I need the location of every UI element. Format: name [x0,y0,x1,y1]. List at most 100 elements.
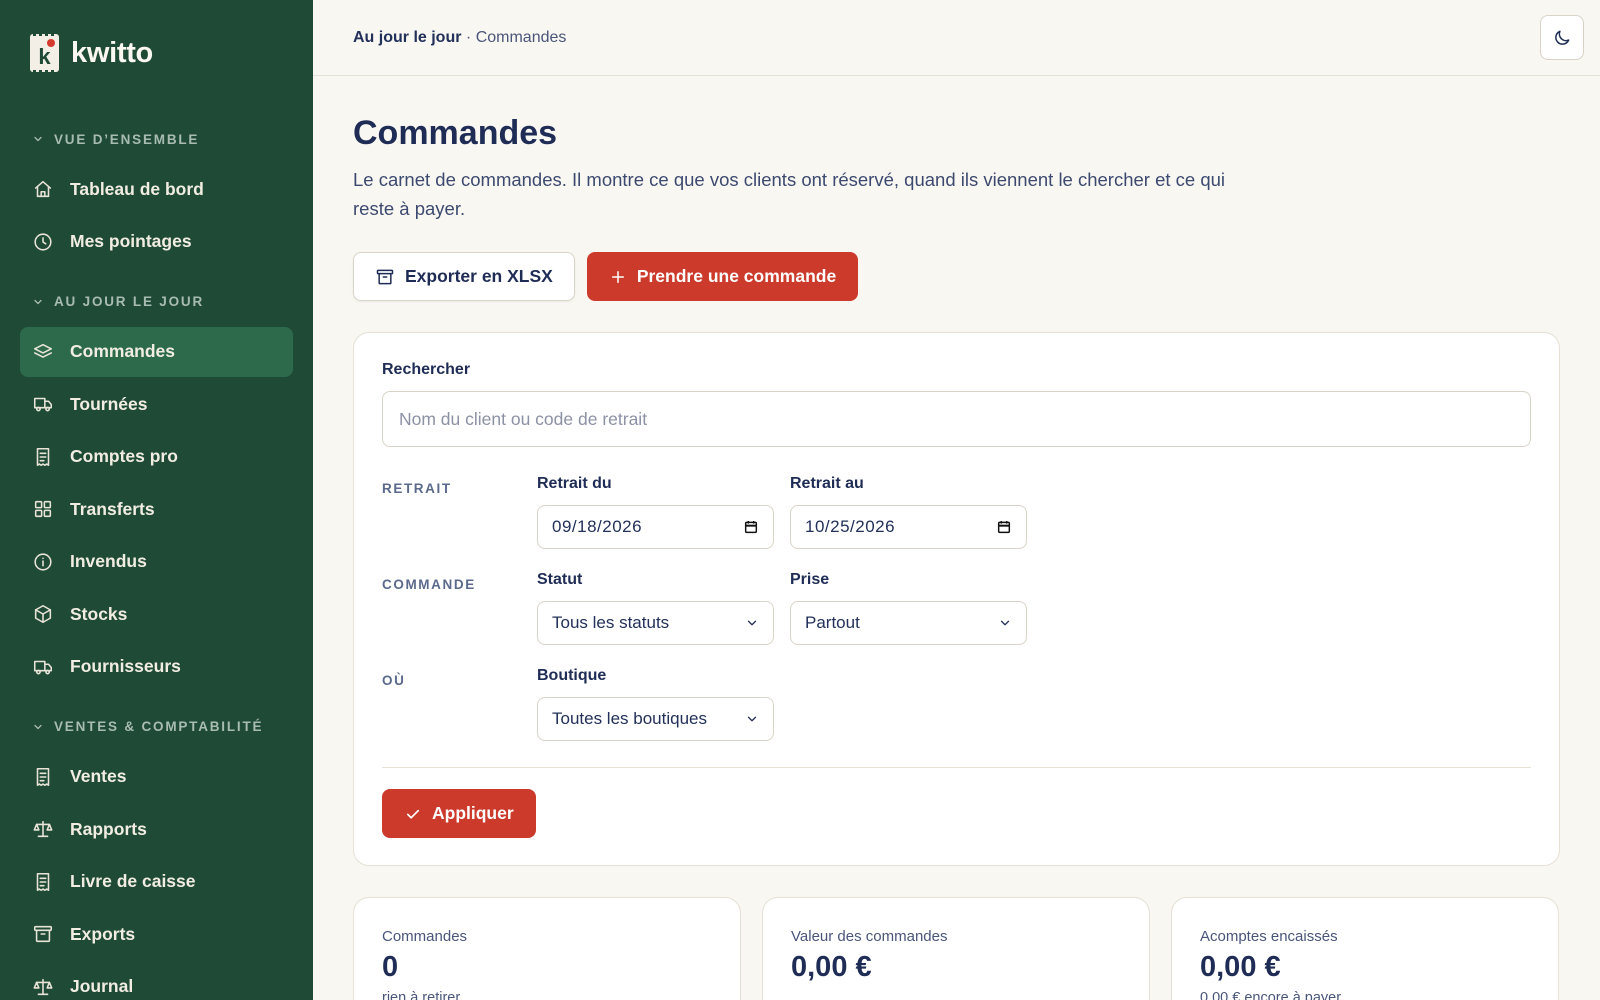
statut-select[interactable]: Tous les statuts [537,601,774,645]
sidebar-section-toggle[interactable]: VUE D’ENSEMBLE [0,126,313,152]
plus-icon [611,270,624,283]
sidebar-item-mes-pointages[interactable]: Mes pointages [20,217,293,267]
boutique-label: Boutique [537,667,607,684]
filter-card: Rechercher RETRAIT Retrait du 09/18/2026… [353,332,1560,866]
sidebar-item-label: Invendus [70,551,147,571]
calendar-icon[interactable] [996,519,1012,535]
page-description: Le carnet de commandes. Il montre ce que… [353,169,1226,219]
scale-icon [32,818,54,840]
sidebar-section-title: AU JOUR LE JOUR [54,294,205,309]
search-label: Rechercher [382,361,471,378]
filter-row-ou: OÙ Boutique Toutes les boutiques [382,667,1531,741]
brand[interactable]: k kwitto [0,0,313,106]
sidebar-item-label: Rapports [70,818,147,839]
sidebar-item-exports[interactable]: Exports [20,909,293,959]
filter-divider [382,767,1531,768]
export-xlsx-label: Exporter en XLSX [405,266,553,286]
sidebar-item-journal[interactable]: Journal [20,962,293,1000]
grid-icon [32,498,54,520]
sidebar-item-livre-de-caisse[interactable]: Livre de caisse [20,857,293,907]
stat-card-valeur: Valeur des commandes 0,00 € [762,897,1150,1000]
sidebar-item-label: Journal [70,976,134,996]
retrait-au-date-input[interactable]: 10/25/2026 [790,505,1027,549]
search-input[interactable] [382,391,1531,447]
sidebar-item-invendus[interactable]: Invendus [20,537,293,587]
sidebar-item-transferts[interactable]: Transferts [20,484,293,534]
sidebar-nav: VUE D’ENSEMBLE Tableau de bord Mes pointag… [0,126,313,1000]
sidebar-section-toggle[interactable]: VENTES & COMPTABILITÉ [0,714,313,740]
prise-select[interactable]: Partout [790,601,1027,645]
sidebar-item-label: Tournées [70,393,148,414]
truck-icon [32,656,54,678]
chevron-down-icon [747,716,757,722]
prise-label: Prise [790,571,830,588]
export-xlsx-button[interactable]: Exporter en XLSX [353,252,575,301]
stat-label: Commandes [382,928,468,945]
retrait-au-label: Retrait au [790,475,864,492]
sidebar-item-label: Stocks [70,603,128,624]
receipt-icon [32,871,54,893]
sidebar-item-comptes-pro[interactable]: Comptes pro [20,432,293,482]
chevron-down-icon [34,299,42,304]
sidebar-item-ventes[interactable]: Ventes [20,752,293,802]
layers-icon [32,341,54,363]
group-label-commande: COMMANDE [382,577,476,592]
stat-value: 0 [382,951,399,983]
retrait-du-value: 09/18/2026 [552,517,643,536]
filter-row-commande: COMMANDE Statut Tous les statuts Prise P… [382,571,1531,645]
sidebar-item-label: Transferts [70,498,155,519]
new-order-label: Prendre une commande [636,266,837,286]
breadcrumb: Au jour le jour · Commandes [353,29,566,47]
group-label-retrait: RETRAIT [382,481,452,496]
sidebar-item-rapports[interactable]: Rapports [20,804,293,854]
apply-label: Appliquer [432,803,514,823]
retrait-au-value: 10/25/2026 [805,517,896,536]
stat-card-acomptes: Acomptes encaissés 0,00 € 0,00 € encore … [1171,897,1559,1000]
boutique-value: Toutes les boutiques [552,709,707,728]
brand-name: kwitto [71,36,153,69]
sidebar-item-label: Fournisseurs [70,656,181,676]
filter-row-retrait: RETRAIT Retrait du 09/18/2026 Retrait au… [382,475,1531,549]
receipt-icon [32,766,54,788]
sidebar-item-tournees[interactable]: Tournées [20,379,293,429]
breadcrumb-parent[interactable]: Au jour le jour [353,29,461,46]
sidebar-item-tableau-de-bord[interactable]: Tableau de bord [20,164,293,214]
boutique-select[interactable]: Toutes les boutiques [537,697,774,741]
box-icon [32,603,54,625]
sidebar-section-title: VUE D’ENSEMBLE [54,131,200,147]
sidebar: k kwitto VUE D’ENSEMBLE Tableau de bord Me… [0,0,313,1000]
sidebar-section: VENTES & COMPTABILITÉ Ventes Rapports Livre… [0,714,313,1000]
sidebar-item-fournisseurs[interactable]: Fournisseurs [20,642,293,692]
stat-value: 0,00 € [1200,951,1281,983]
sidebar-section: VUE D’ENSEMBLE Tableau de bord Mes pointag… [0,126,313,267]
apply-button[interactable]: Appliquer [382,789,536,838]
truck-icon [32,393,54,415]
new-order-button[interactable]: Prendre une commande [586,252,859,301]
statut-label: Statut [537,571,583,588]
sidebar-item-label: Mes pointages [70,231,192,251]
stat-label: Valeur des commandes [791,928,948,945]
scale-icon [32,976,54,998]
sidebar-item-label: Comptes pro [70,446,178,466]
breadcrumb-separator: · [465,28,472,46]
sidebar-item-commandes[interactable]: Commandes [20,326,293,377]
moon-icon [1555,30,1570,45]
receipt-icon [32,446,54,468]
clock-icon [32,231,54,253]
breadcrumb-current: Commandes [475,28,567,46]
kwitto-logo-icon: k [30,33,59,73]
sidebar-section-title: VENTES & COMPTABILITÉ [54,719,264,734]
theme-toggle-button[interactable] [1540,15,1584,60]
archive-icon [376,269,394,284]
group-label-ou: OÙ [382,673,406,688]
calendar-icon[interactable] [743,519,759,535]
sidebar-section-toggle[interactable]: AU JOUR LE JOUR [0,289,313,315]
sidebar-item-label: Commandes [70,341,176,361]
stat-card-commandes: Commandes 0 rien à retirer [353,897,741,1000]
info-icon [32,551,54,573]
sidebar-section: AU JOUR LE JOUR Commandes Tournées Comptes … [0,289,313,692]
sidebar-item-stocks[interactable]: Stocks [20,589,293,639]
retrait-du-date-input[interactable]: 09/18/2026 [537,505,774,549]
prise-value: Partout [805,613,860,632]
archive-icon [32,923,54,945]
